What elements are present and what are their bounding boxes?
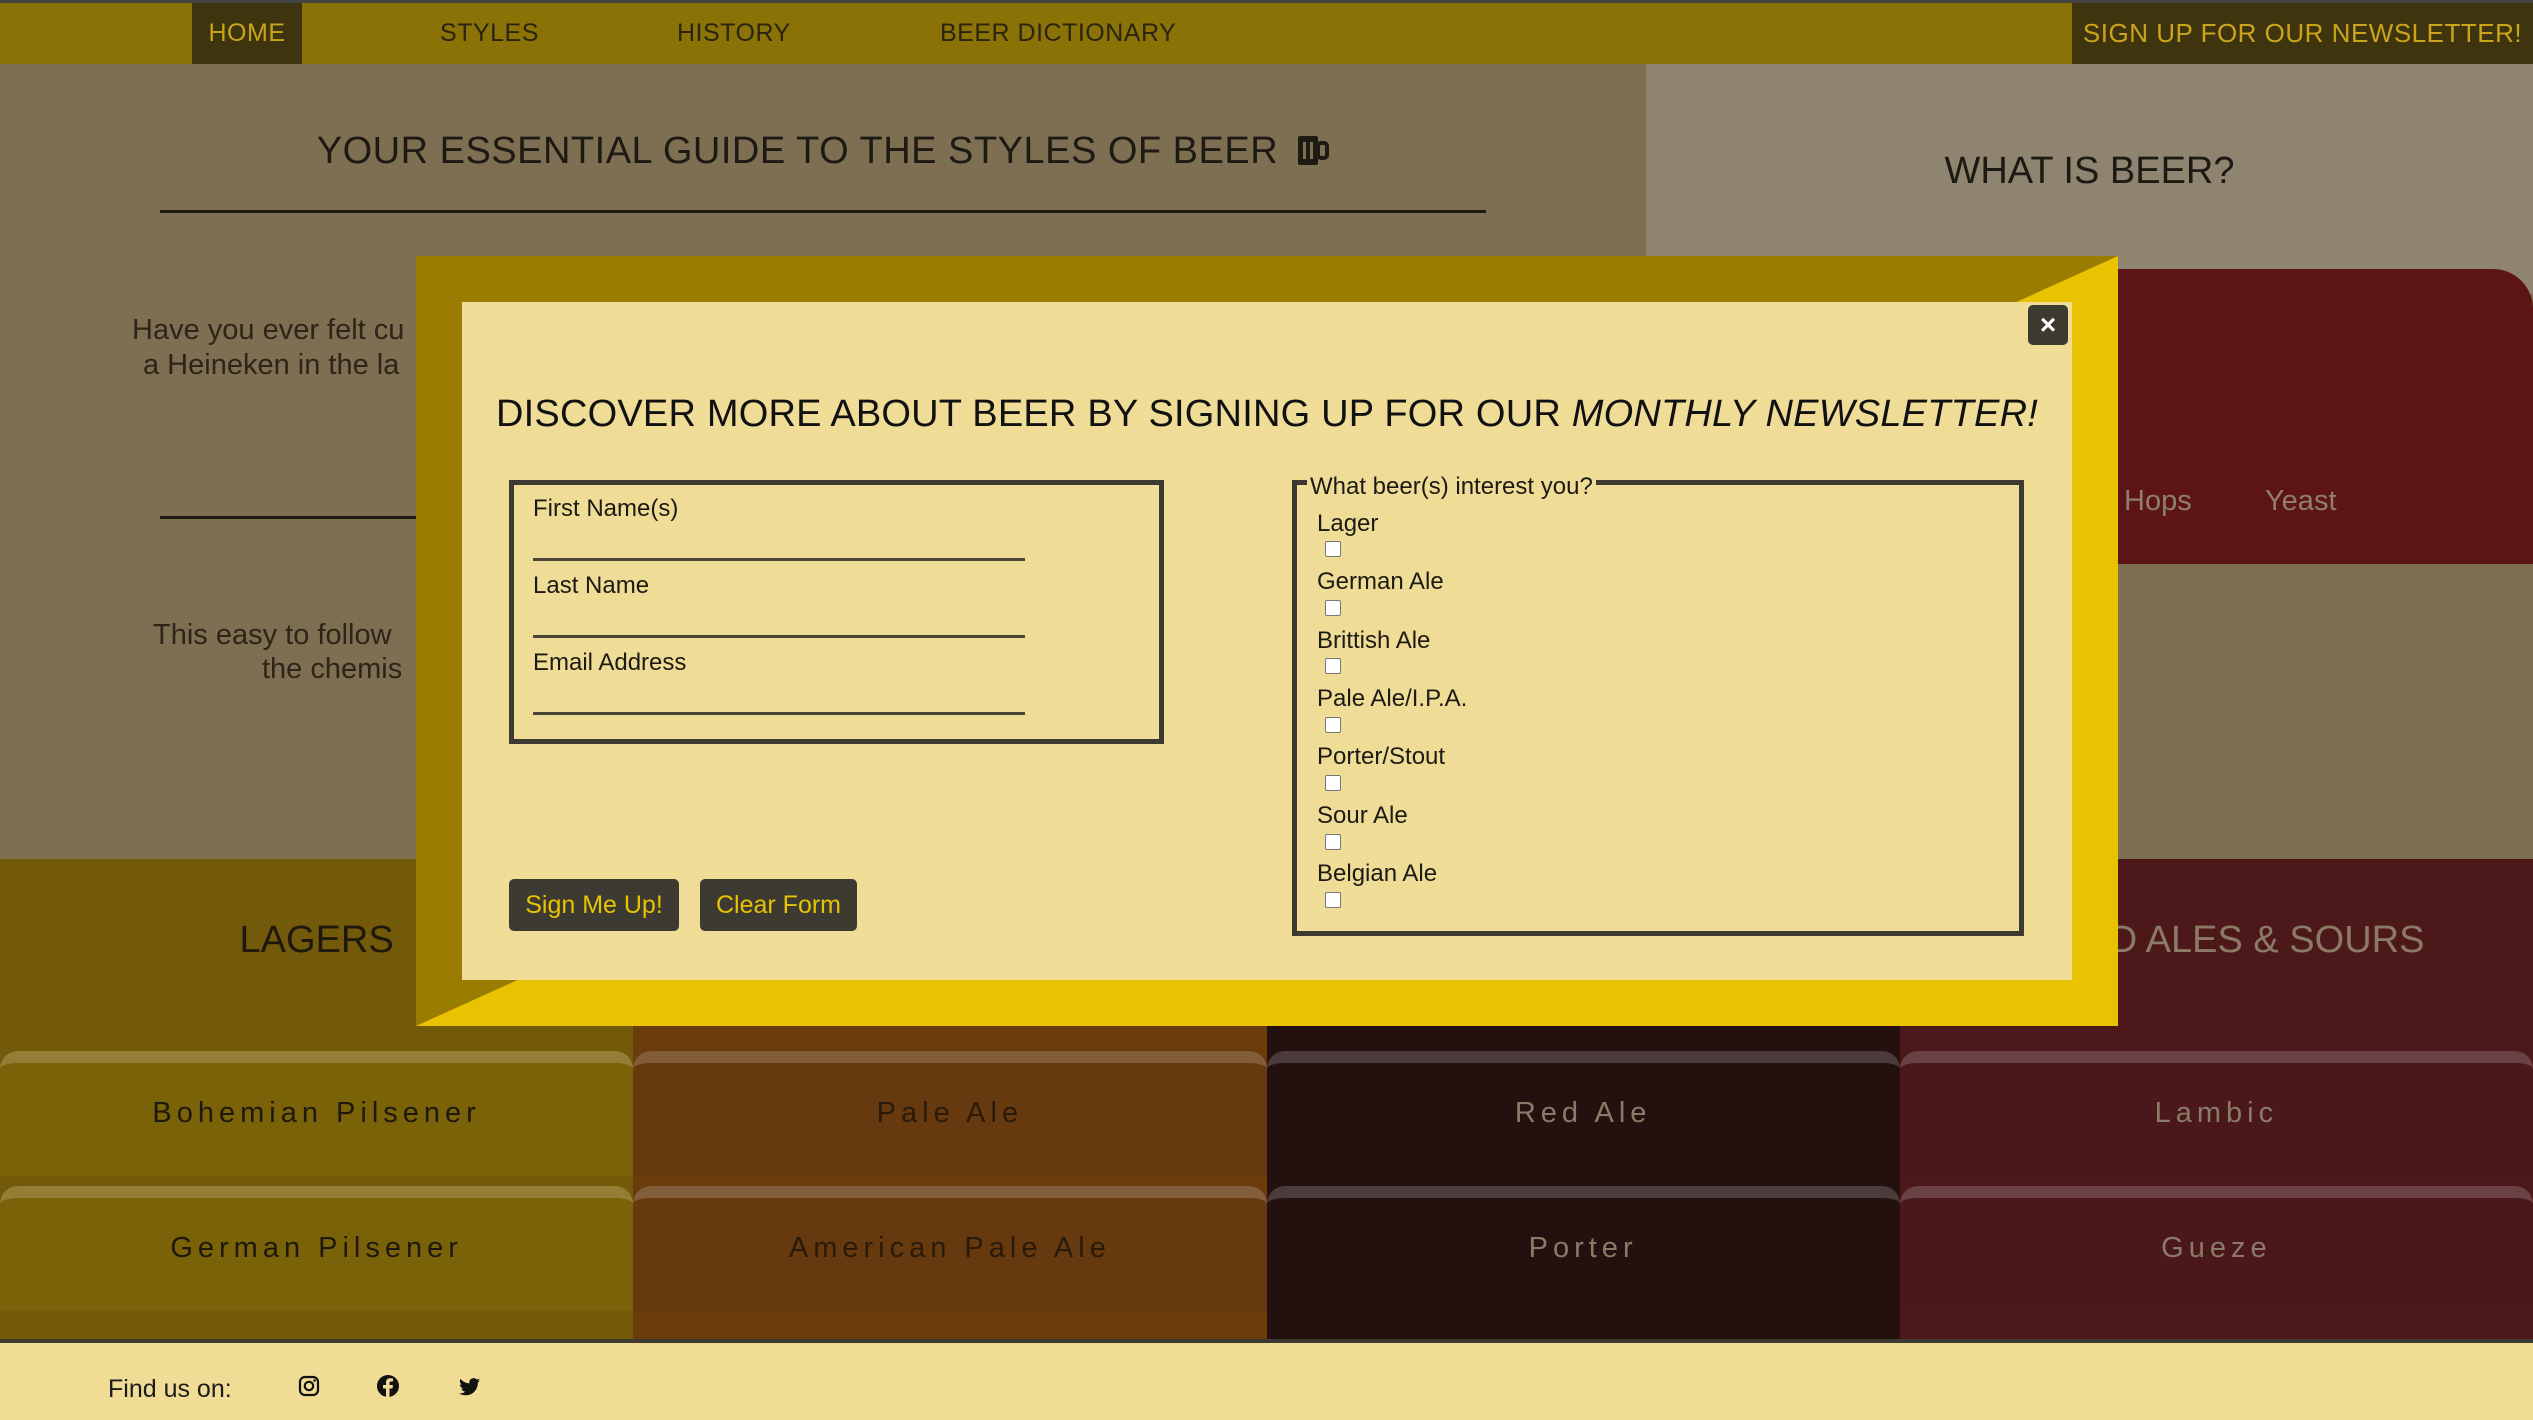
- checkbox-porter-stout[interactable]: [1325, 775, 1341, 791]
- checkbox-pale-ale-ipa[interactable]: [1325, 717, 1341, 733]
- modal-title-text: DISCOVER MORE ABOUT BEER BY SIGNING UP F…: [496, 393, 1572, 435]
- checkbox-belgian-ale[interactable]: [1325, 892, 1341, 908]
- beer-option-label: German Ale: [1317, 568, 1444, 595]
- checkbox-german-ale[interactable]: [1325, 600, 1341, 616]
- find-us-label: Find us on:: [108, 1375, 232, 1403]
- nav-home[interactable]: HOME: [192, 3, 302, 64]
- facebook-icon[interactable]: [373, 1371, 403, 1401]
- top-nav: HOME STYLES HISTORY BEER DICTIONARY SIGN…: [0, 0, 2533, 64]
- style-tab-porter[interactable]: Porter: [1266, 1186, 1900, 1311]
- beer-option-label: Pale Ale/I.P.A.: [1317, 685, 1468, 712]
- beer-mug-icon: [1298, 136, 1330, 165]
- beer-option-label: Porter/Stout: [1317, 743, 1446, 770]
- last-name-input[interactable]: [533, 604, 1029, 636]
- style-tab-bohemian-pilsener[interactable]: Bohemian Pilsener: [0, 1051, 634, 1176]
- nav-styles[interactable]: STYLES: [440, 3, 539, 64]
- beer-option-label: Sour Ale: [1317, 802, 1408, 829]
- close-button[interactable]: ×: [2028, 305, 2068, 345]
- first-name-label: First Name(s): [533, 495, 679, 522]
- sign-me-up-button[interactable]: Sign Me Up!: [509, 879, 679, 931]
- style-tab-lambic[interactable]: Lambic: [1899, 1051, 2533, 1176]
- hero-para-rule: [160, 516, 420, 519]
- style-tab-red-ale[interactable]: Red Ale: [1266, 1051, 1900, 1176]
- nav-beer-dictionary[interactable]: BEER DICTIONARY: [940, 3, 1176, 64]
- hero-title-text: YOUR ESSENTIAL GUIDE TO THE STYLES OF BE…: [316, 130, 1279, 172]
- email-label: Email Address: [533, 649, 687, 676]
- beer-interest-fieldset: What beer(s) interest you? Lager German …: [1292, 473, 2024, 936]
- style-tab-pale-ale[interactable]: Pale Ale: [633, 1051, 1267, 1176]
- first-name-underline: [533, 558, 1025, 561]
- modal-title: DISCOVER MORE ABOUT BEER BY SIGNING UP F…: [462, 393, 2072, 436]
- checkbox-sour-ale[interactable]: [1325, 834, 1341, 850]
- instagram-icon[interactable]: [294, 1371, 324, 1401]
- clear-form-button[interactable]: Clear Form: [700, 879, 857, 931]
- newsletter-signup-link[interactable]: SIGN UP FOR OUR NEWSLETTER!: [2072, 3, 2533, 64]
- footer: Find us on:: [0, 1339, 2533, 1420]
- email-input[interactable]: [533, 681, 1029, 713]
- hero-title-rule: [160, 210, 1486, 213]
- style-tab-german-pilsener[interactable]: German Pilsener: [0, 1186, 634, 1311]
- what-is-beer-title: WHAT IS BEER?: [1944, 150, 2235, 192]
- twitter-icon[interactable]: [454, 1371, 484, 1401]
- hero-para2-line2: the chemis: [262, 653, 403, 685]
- email-underline: [533, 712, 1025, 715]
- checkbox-lager[interactable]: [1325, 541, 1341, 557]
- last-name-label: Last Name: [533, 572, 650, 599]
- checkbox-brittish-ale[interactable]: [1325, 658, 1341, 674]
- hero-para1-line2: a Heineken in the la: [143, 349, 400, 381]
- last-name-underline: [533, 635, 1025, 638]
- style-tab-american-pale-ale[interactable]: American Pale Ale: [633, 1186, 1267, 1311]
- first-name-input[interactable]: [533, 527, 1029, 559]
- ingredient-hops[interactable]: Hops: [2124, 485, 2192, 518]
- beer-option-label: Brittish Ale: [1317, 627, 1431, 654]
- style-tab-gueze[interactable]: Gueze: [1899, 1186, 2533, 1311]
- nav-history[interactable]: HISTORY: [677, 3, 791, 64]
- hero-para1-line1: Have you ever felt cu: [132, 314, 405, 346]
- ingredient-yeast[interactable]: Yeast: [2265, 485, 2337, 518]
- fieldset-legend: What beer(s) interest you?: [1307, 473, 1596, 501]
- name-fields-box: First Name(s) Last Name Email Address: [509, 480, 1164, 744]
- modal-title-emphasis: MONTHLY NEWSLETTER!: [1571, 393, 2038, 435]
- close-icon: ×: [2039, 309, 2057, 340]
- hero-para2-line1: This easy to follow: [153, 619, 392, 651]
- beer-option-label: Belgian Ale: [1317, 860, 1438, 887]
- style-column-title: D ALES & SOURS: [2109, 919, 2425, 961]
- beer-option-label: Lager: [1317, 510, 1379, 537]
- hero-title: YOUR ESSENTIAL GUIDE TO THE STYLES OF BE…: [160, 130, 1486, 173]
